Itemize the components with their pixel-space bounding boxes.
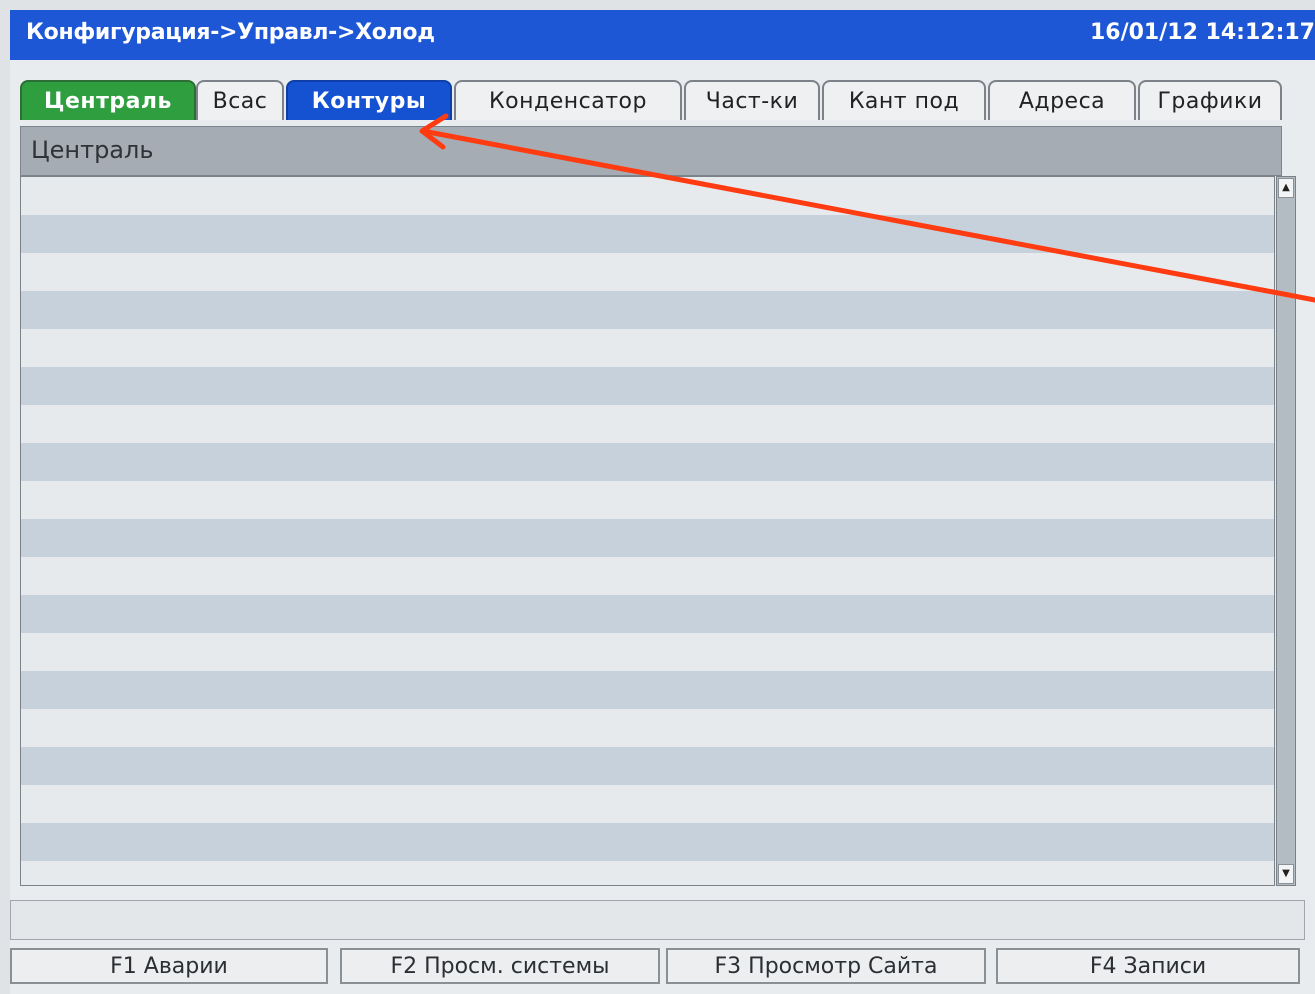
tab-frequency[interactable]: Част-ки: [684, 80, 820, 120]
breadcrumb: Конфигурация->Управл->Холод: [26, 20, 435, 45]
scroll-down-icon[interactable]: ▼: [1278, 864, 1294, 884]
f2-system-view-button[interactable]: F2 Просм. системы: [340, 948, 660, 984]
date-time: 16/01/12 14:12:17: [1089, 20, 1315, 45]
tab-bar: Централь Всас Контуры Конденсатор Част-к…: [20, 80, 1282, 124]
tab-central[interactable]: Централь: [20, 80, 196, 120]
f1-alarms-button[interactable]: F1 Аварии: [10, 948, 328, 984]
tab-condenser[interactable]: Конденсатор: [454, 80, 682, 120]
scroll-up-icon[interactable]: ▲: [1278, 178, 1294, 198]
f3-site-view-button[interactable]: F3 Просмотр Сайта: [666, 948, 986, 984]
panel-title: Централь: [20, 126, 1282, 176]
status-bar: [10, 900, 1305, 940]
function-key-bar: F1 Аварии F2 Просм. системы F3 Просмотр …: [10, 948, 1300, 984]
tab-circuits[interactable]: Контуры: [286, 80, 452, 120]
tab-charts[interactable]: Графики: [1138, 80, 1282, 120]
parameter-list[interactable]: [20, 176, 1275, 886]
title-bar: Конфигурация->Управл->Холод 16/01/12 14:…: [10, 10, 1315, 60]
tab-suction[interactable]: Всас: [196, 80, 284, 120]
vertical-scrollbar[interactable]: ▲ ▼: [1276, 176, 1296, 886]
f4-records-button[interactable]: F4 Записи: [996, 948, 1300, 984]
tab-addresses[interactable]: Адреса: [988, 80, 1136, 120]
tab-kant-pod[interactable]: Кант под: [822, 80, 986, 120]
